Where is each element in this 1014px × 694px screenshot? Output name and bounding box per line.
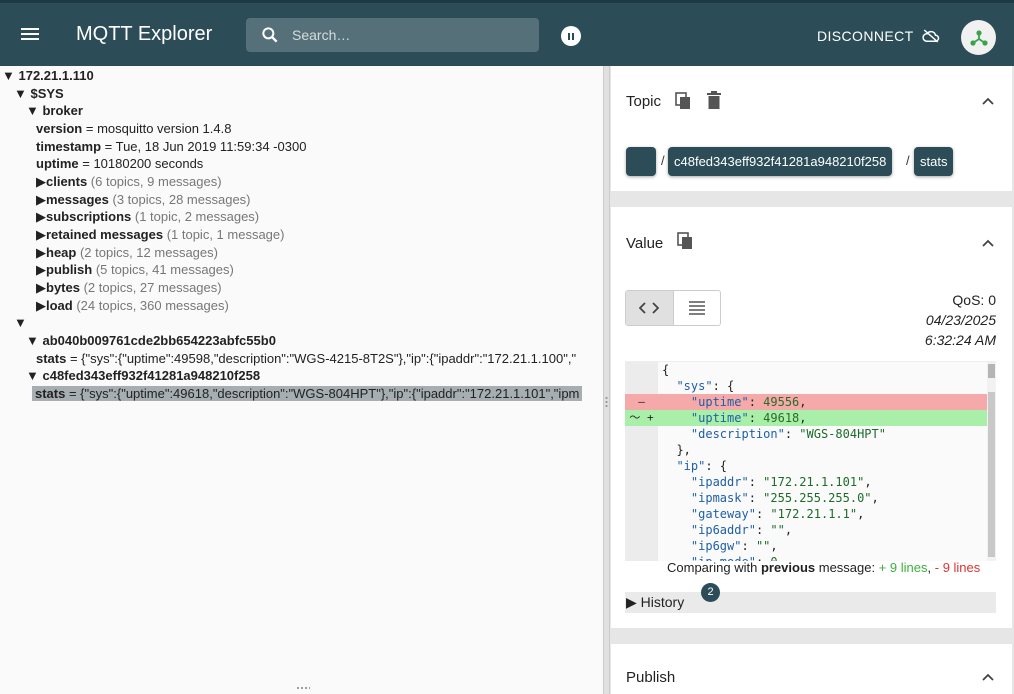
message-time: 6:32:24 AM — [924, 332, 996, 348]
diff-viewer[interactable]: { "sys": {– "uptime": 49556, 〜 + "uptime"… — [625, 361, 996, 561]
view-mode-toggle — [625, 290, 721, 326]
diff-line-text: "uptime": 49618, — [690, 411, 807, 425]
diff-gutter-marker: – — [638, 395, 645, 408]
disconnect-button[interactable]: DISCONNECT — [817, 28, 940, 44]
tree-node-empty[interactable]: ▼ — [14, 314, 27, 331]
search-input[interactable] — [292, 27, 522, 43]
history-expander[interactable]: ▶ History — [625, 592, 996, 613]
tree-node-clients[interactable]: ▶clients (6 topics, 9 messages) — [36, 173, 222, 190]
topic-tree: ▼ 172.21.1.110 ▼ $SYS ▼ broker version =… — [0, 66, 603, 694]
tree-node-device1[interactable]: ▼ ab040b009761cde2bb654223abfc55b0 — [26, 332, 276, 349]
tree-node-messages[interactable]: ▶messages (3 topics, 28 messages) — [36, 191, 251, 208]
tree-node-publish[interactable]: ▶publish (5 topics, 41 messages) — [36, 261, 234, 278]
chevron-up-icon[interactable] — [982, 238, 994, 250]
message-meta: QoS: 0 04/23/2025 6:32:24 AM — [925, 290, 996, 350]
diff-scrollbar[interactable] — [987, 362, 996, 561]
compare-summary: Comparing with previous message: + 9 lin… — [667, 560, 981, 575]
disconnect-label: DISCONNECT — [817, 28, 914, 44]
diff-line-text: "ip6addr": "", — [690, 523, 793, 537]
tree-node-subscriptions[interactable]: ▶subscriptions (1 topic, 2 messages) — [36, 208, 259, 225]
diff-line: "ip6addr": "", — [625, 522, 987, 538]
tree-leaf-version[interactable]: version = mosquitto version 1.4.8 — [36, 120, 231, 137]
diff-line-text: { — [662, 363, 670, 377]
diff-gutter-marker: 〜 + — [629, 411, 654, 424]
publish-panel: Publish — [611, 644, 1012, 694]
message-date: 04/23/2025 — [925, 312, 996, 328]
tree-leaf-uptime[interactable]: uptime = 10180200 seconds — [36, 155, 203, 172]
pane-splitter[interactable] — [603, 66, 610, 694]
diff-line-text: "ip6gw": "", — [690, 539, 778, 553]
diff-line-text: "uptime": 49556, — [690, 395, 807, 409]
tree-leaf-timestamp[interactable]: timestamp = Tue, 18 Jun 2019 11:59:34 -0… — [36, 138, 306, 155]
diff-view-toggle[interactable] — [626, 291, 674, 325]
topic-heading: Topic — [626, 93, 662, 110]
tree-node-root[interactable]: ▼ 172.21.1.110 — [2, 67, 94, 84]
topic-separator: / — [661, 153, 665, 168]
tree-node-broker[interactable]: ▼ broker — [26, 102, 83, 119]
copy-icon[interactable] — [677, 232, 693, 250]
copy-icon[interactable] — [675, 92, 691, 110]
tree-leaf-device2-stats[interactable]: stats = {"sys":{"uptime":49618,"descript… — [32, 385, 583, 402]
diff-line-text: "gateway": "172.21.1.1", — [690, 507, 865, 521]
search-box[interactable] — [246, 18, 539, 52]
app-bar: MQTT Explorer DISCONNECT — [0, 0, 1014, 66]
diff-line: "description": "WGS-804HPT" — [625, 426, 987, 442]
diff-line-text: }, — [662, 443, 691, 457]
diff-line-text: "ipmask": "255.255.255.0", — [690, 491, 879, 505]
tree-node-retained[interactable]: ▶retained messages (1 topic, 1 message) — [36, 226, 284, 243]
tree-leaf-device1-stats[interactable]: stats = {"sys":{"uptime":49598,"descript… — [36, 350, 576, 367]
diff-line: "ip": { — [625, 458, 987, 474]
tree-node-sys[interactable]: ▼ $SYS — [14, 85, 64, 102]
diff-line: "ip6gw": "", — [625, 538, 987, 554]
diff-line-text: "sys": { — [676, 379, 735, 393]
tree-node-device2[interactable]: ▼ c48fed343eff932f41281a948210f258 — [26, 367, 260, 384]
topic-separator: / — [906, 153, 910, 168]
diff-line-text: "ip": { — [676, 459, 728, 473]
resize-handle[interactable] — [296, 686, 310, 690]
diff-line-added: 〜 + "uptime": 49618, — [625, 410, 987, 426]
diff-line-text: "ipaddr": "172.21.1.101", — [690, 475, 872, 489]
app-title: MQTT Explorer — [76, 23, 213, 45]
value-heading: Value — [626, 235, 664, 252]
tree-node-heap[interactable]: ▶heap (2 topics, 12 messages) — [36, 244, 218, 261]
connection-avatar[interactable] — [961, 20, 996, 55]
topic-chip-stats[interactable]: stats — [914, 147, 954, 176]
tree-node-load[interactable]: ▶load (24 topics, 360 messages) — [36, 297, 229, 314]
lines-icon — [688, 301, 705, 315]
diff-line: "ipmask": "255.255.255.0", — [625, 490, 987, 506]
publish-heading: Publish — [626, 669, 676, 686]
diff-line: { — [625, 362, 987, 378]
topic-chip-root[interactable] — [626, 147, 656, 176]
code-icon — [639, 302, 660, 314]
topic-panel: Topic / c48fed343eff932f41281a948210f258… — [611, 66, 1012, 191]
topic-chip-device[interactable]: c48fed343eff932f41281a948210f258 — [668, 147, 893, 176]
diff-line: "ipaddr": "172.21.1.101", — [625, 474, 987, 490]
cloud-off-icon — [921, 29, 939, 43]
network-icon — [969, 29, 988, 46]
pause-icon[interactable] — [561, 26, 581, 46]
diff-line-removed: – "uptime": 49556, — [625, 394, 987, 410]
diff-line: "gateway": "172.21.1.1", — [625, 506, 987, 522]
search-icon — [262, 27, 278, 43]
history-count-badge: 2 — [701, 583, 720, 602]
qos-label: QoS: 0 — [952, 292, 996, 308]
menu-icon[interactable] — [20, 25, 44, 45]
diff-line: "sys": { — [625, 378, 987, 394]
details-sidebar: Topic / c48fed343eff932f41281a948210f258… — [610, 66, 1014, 694]
diff-line-text: "description": "WGS-804HPT" — [690, 427, 886, 441]
tree-node-bytes[interactable]: ▶bytes (2 topics, 27 messages) — [36, 279, 222, 296]
diff-line: }, — [625, 442, 987, 458]
chevron-up-icon[interactable] — [982, 672, 994, 684]
raw-view-toggle[interactable] — [674, 291, 721, 325]
chevron-up-icon[interactable] — [982, 96, 994, 108]
delete-icon[interactable] — [707, 91, 721, 109]
